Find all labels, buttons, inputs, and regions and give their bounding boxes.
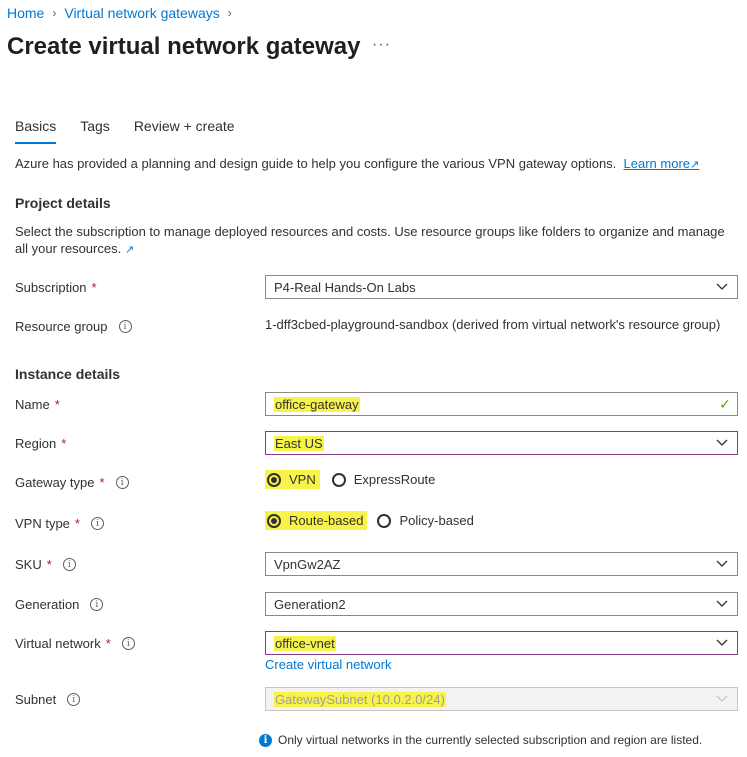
subscription-label-text: Subscription xyxy=(15,280,87,295)
chevron-down-icon xyxy=(707,560,737,568)
tab-bar: Basics Tags Review + create xyxy=(15,118,235,144)
region-label: Region * xyxy=(15,436,66,451)
gateway-type-label: Gateway type * i xyxy=(15,475,129,490)
project-details-heading: Project details xyxy=(15,195,111,211)
radio-unselected-icon xyxy=(377,513,392,528)
required-asterisk: * xyxy=(54,397,60,412)
more-options-button[interactable]: ··· xyxy=(372,36,391,54)
info-icon[interactable]: i xyxy=(115,476,129,489)
required-asterisk: * xyxy=(74,516,80,531)
required-asterisk: * xyxy=(105,636,111,651)
vnet-info-note-text: Only virtual networks in the currently s… xyxy=(278,733,703,747)
radio-expressroute[interactable]: ExpressRoute xyxy=(331,472,436,487)
radio-unselected-icon xyxy=(331,472,346,487)
region-select[interactable]: East US xyxy=(265,431,738,455)
generation-value: Generation2 xyxy=(274,596,346,612)
tab-review-create[interactable]: Review + create xyxy=(134,118,235,144)
name-value: office-gateway xyxy=(274,396,360,412)
subscription-value: P4-Real Hands-On Labs xyxy=(274,279,416,295)
radio-route-based[interactable]: Route-based xyxy=(265,511,368,530)
project-description-text: Select the subscription to manage deploy… xyxy=(15,224,725,256)
learn-more-link[interactable]: Learn more xyxy=(624,156,690,171)
generation-label: Generation i xyxy=(15,597,104,612)
required-asterisk: * xyxy=(91,280,97,295)
resource-group-value: 1-dff3cbed-playground-sandbox (derived f… xyxy=(265,317,721,332)
chevron-right-icon: › xyxy=(227,6,232,20)
radio-policy-based[interactable]: Policy-based xyxy=(377,513,474,528)
vnet-info-note: i Only virtual networks in the currently… xyxy=(259,733,702,747)
name-label-text: Name xyxy=(15,397,50,412)
virtual-network-label-text: Virtual network xyxy=(15,636,101,651)
breadcrumb-home-link[interactable]: Home xyxy=(7,5,44,21)
create-virtual-network-link[interactable]: Create virtual network xyxy=(265,657,391,672)
sku-select[interactable]: VpnGw2AZ xyxy=(265,552,738,576)
vpn-type-label: VPN type * i xyxy=(15,516,104,531)
tab-basics[interactable]: Basics xyxy=(15,118,57,144)
radio-route-based-label: Route-based xyxy=(289,513,364,528)
radio-expressroute-label: ExpressRoute xyxy=(353,472,436,487)
required-asterisk: * xyxy=(61,436,67,451)
radio-policy-based-label: Policy-based xyxy=(399,513,474,528)
info-icon: i xyxy=(259,733,272,747)
required-asterisk: * xyxy=(46,557,52,572)
chevron-down-icon xyxy=(707,600,737,608)
info-icon[interactable]: i xyxy=(62,558,76,571)
name-input[interactable]: office-gateway ✓ xyxy=(265,392,738,416)
instance-details-heading: Instance details xyxy=(15,366,121,382)
external-link-icon: ↗ xyxy=(690,159,700,171)
resource-group-label-text: Resource group xyxy=(15,319,108,334)
radio-vpn-label: VPN xyxy=(289,472,316,487)
region-label-text: Region xyxy=(15,436,57,451)
sku-label-text: SKU xyxy=(15,557,42,572)
intro-description: Azure has provided a planning and design… xyxy=(15,156,617,171)
checkmark-icon: ✓ xyxy=(719,395,731,412)
required-asterisk: * xyxy=(99,475,105,490)
page-title: Create virtual network gateway xyxy=(7,33,361,60)
chevron-down-icon xyxy=(707,439,737,447)
radio-selected-icon xyxy=(267,513,281,528)
name-label: Name * xyxy=(15,397,60,412)
virtual-network-value: office-vnet xyxy=(274,635,336,651)
breadcrumb: Home › Virtual network gateways › xyxy=(7,5,232,21)
region-value: East US xyxy=(274,435,324,451)
info-icon[interactable]: i xyxy=(90,598,104,611)
info-icon[interactable]: i xyxy=(67,693,81,706)
intro-text: Azure has provided a planning and design… xyxy=(15,156,699,171)
subscription-select[interactable]: P4-Real Hands-On Labs xyxy=(265,275,738,299)
chevron-right-icon: › xyxy=(52,6,57,20)
chevron-down-icon xyxy=(707,639,737,647)
subnet-select: GatewaySubnet (10.0.2.0/24) xyxy=(265,687,738,711)
radio-vpn[interactable]: VPN xyxy=(265,470,320,489)
virtual-network-select[interactable]: office-vnet xyxy=(265,631,738,655)
vpn-type-radio-group: Route-based Policy-based xyxy=(265,511,474,530)
gateway-type-radio-group: VPN ExpressRoute xyxy=(265,470,435,489)
project-details-description: Select the subscription to manage deploy… xyxy=(15,223,740,259)
gateway-type-label-text: Gateway type xyxy=(15,475,95,490)
tab-tags[interactable]: Tags xyxy=(80,118,110,144)
vpn-type-label-text: VPN type xyxy=(15,516,70,531)
subscription-label: Subscription * xyxy=(15,280,97,295)
subnet-label: Subnet i xyxy=(15,692,81,707)
generation-label-text: Generation xyxy=(15,597,80,612)
info-icon[interactable]: i xyxy=(118,320,132,333)
breadcrumb-vng-link[interactable]: Virtual network gateways xyxy=(64,5,219,21)
radio-selected-icon xyxy=(267,472,281,487)
subnet-label-text: Subnet xyxy=(15,692,57,707)
info-icon[interactable]: i xyxy=(90,517,104,530)
external-link-icon[interactable]: ↗ xyxy=(125,244,134,256)
sku-label: SKU * i xyxy=(15,557,76,572)
chevron-down-icon xyxy=(707,283,737,291)
sku-value: VpnGw2AZ xyxy=(274,556,341,572)
chevron-down-icon xyxy=(707,695,737,703)
virtual-network-label: Virtual network * i xyxy=(15,636,135,651)
subnet-value: GatewaySubnet (10.0.2.0/24) xyxy=(274,691,446,707)
info-icon[interactable]: i xyxy=(121,637,135,650)
resource-group-label: Resource group i xyxy=(15,319,132,334)
generation-select[interactable]: Generation2 xyxy=(265,592,738,616)
